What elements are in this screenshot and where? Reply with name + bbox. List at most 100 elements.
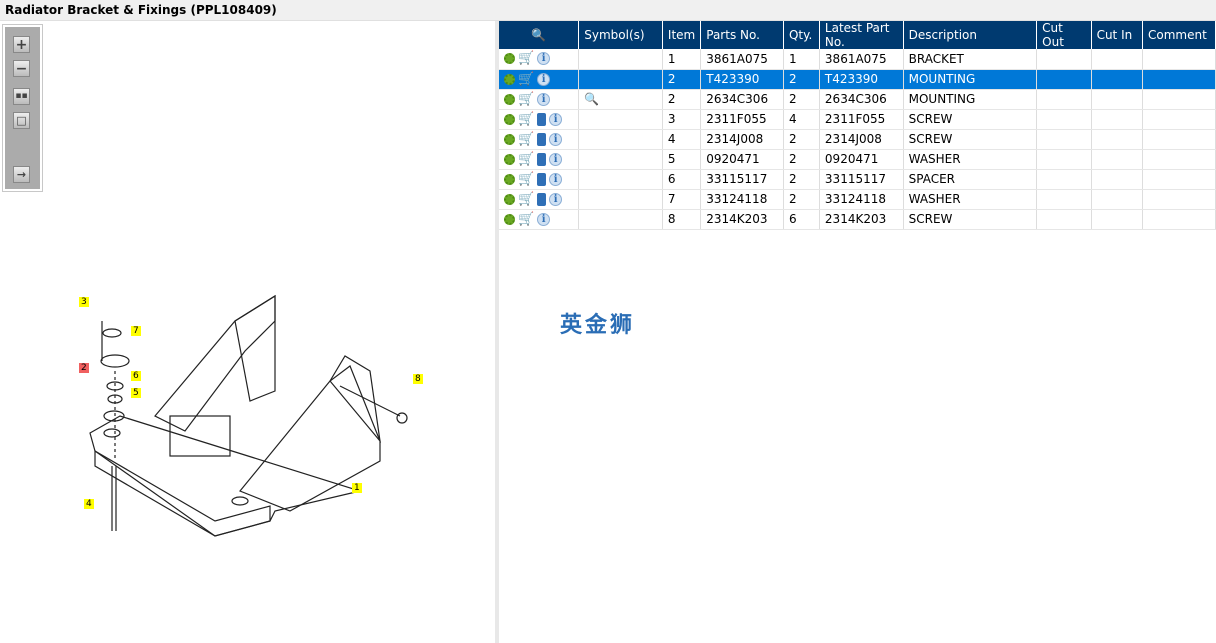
callout-8[interactable]: 8 <box>413 374 423 384</box>
item-cell: 8 <box>662 209 702 230</box>
table-row[interactable]: 🛒 i 1 3861A075 1 3861A075 BRACKET <box>499 49 1216 70</box>
table-row[interactable]: 🛒 i 🔍 2 2634C306 2 2634C306 MOUNTING <box>499 89 1216 110</box>
callout-1[interactable]: 1 <box>352 483 362 493</box>
cut-in-cell <box>1091 169 1144 190</box>
cart-icon[interactable]: 🛒 <box>518 92 534 107</box>
column-header[interactable]: Comment <box>1142 21 1216 49</box>
latest-part-cell: 3861A075 <box>819 49 904 70</box>
cart-icon[interactable]: 🛒 <box>518 172 534 187</box>
latest-part-cell: 0920471 <box>819 149 904 170</box>
gear-icon[interactable] <box>504 193 515 205</box>
table-row[interactable]: 🛒 i 4 2314J008 2 2314J008 SCREW <box>499 129 1216 150</box>
part-number-cell: 33115117 <box>700 169 784 190</box>
cart-icon[interactable]: 🛒 <box>518 152 534 167</box>
table-row[interactable]: 🛒 i 6 33115117 2 33115117 SPACER <box>499 169 1216 190</box>
cart-icon[interactable]: 🛒 <box>518 51 534 66</box>
gear-icon[interactable] <box>504 53 515 65</box>
cart-icon[interactable]: 🛒 <box>518 132 534 147</box>
callout-5[interactable]: 5 <box>131 388 141 398</box>
gear-icon[interactable] <box>504 173 515 185</box>
column-header[interactable]: Latest Part No. <box>819 21 904 49</box>
gear-icon[interactable] <box>504 93 515 105</box>
table-row[interactable]: 🛒 i 2 T423390 2 T423390 MOUNTING <box>499 69 1216 90</box>
callout-2[interactable]: 2 <box>79 363 89 373</box>
callout-4[interactable]: 4 <box>84 499 94 509</box>
cut-out-cell <box>1036 149 1092 170</box>
info-icon[interactable]: i <box>537 72 551 86</box>
part-number-cell: 2311F055 <box>700 109 784 130</box>
info-icon[interactable]: i <box>537 212 551 226</box>
info-icon[interactable]: i <box>537 52 551 66</box>
watermark: 英金狮 <box>560 313 636 338</box>
exploded-diagram <box>89 294 408 537</box>
find-column-header[interactable]: 🔍 <box>499 21 580 49</box>
qty-cell: 4 <box>783 109 820 130</box>
book-icon[interactable] <box>537 112 547 126</box>
column-header[interactable]: Cut Out <box>1036 21 1092 49</box>
comment-cell <box>1142 129 1216 150</box>
column-header[interactable]: Description <box>903 21 1038 49</box>
column-header[interactable]: Symbol(s) <box>578 21 663 49</box>
part-number-cell: 3861A075 <box>700 49 784 70</box>
book-icon[interactable] <box>537 152 547 166</box>
description-cell: MOUNTING <box>903 69 1038 90</box>
part-number-cell: 2314K203 <box>700 209 784 230</box>
comment-cell <box>1142 189 1216 210</box>
window-title: Radiator Bracket & Fixings (PPL108409) <box>0 0 1216 21</box>
table-row[interactable]: 🛒 i 5 0920471 2 0920471 WASHER <box>499 149 1216 170</box>
item-cell: 1 <box>662 49 702 70</box>
callout-6[interactable]: 6 <box>131 371 141 381</box>
gear-icon[interactable] <box>504 153 515 165</box>
cut-in-cell <box>1091 69 1144 90</box>
comment-cell <box>1142 69 1216 90</box>
cart-icon[interactable]: 🛒 <box>518 212 534 227</box>
book-icon[interactable] <box>537 172 547 186</box>
book-icon[interactable] <box>537 132 547 146</box>
cut-out-cell <box>1036 209 1092 230</box>
column-header[interactable]: Cut In <box>1091 21 1144 49</box>
column-header[interactable]: Qty. <box>783 21 820 49</box>
callout-7[interactable]: 7 <box>131 326 141 336</box>
cut-in-cell <box>1091 109 1144 130</box>
info-icon[interactable]: i <box>549 132 563 146</box>
cut-in-cell <box>1091 49 1144 70</box>
cut-out-cell <box>1036 109 1092 130</box>
cut-out-cell <box>1036 49 1092 70</box>
info-icon[interactable]: i <box>549 172 563 186</box>
info-icon[interactable]: i <box>549 112 563 126</box>
info-icon[interactable]: i <box>537 92 551 106</box>
cut-out-cell <box>1036 129 1092 150</box>
gear-icon[interactable] <box>504 73 515 85</box>
gear-icon[interactable] <box>504 133 515 145</box>
description-cell: SCREW <box>903 209 1038 230</box>
info-icon[interactable]: i <box>549 192 563 206</box>
table-row[interactable]: 🛒 i 3 2311F055 4 2311F055 SCREW <box>499 109 1216 130</box>
cut-out-cell <box>1036 169 1092 190</box>
comment-cell <box>1142 89 1216 110</box>
cut-in-cell <box>1091 129 1144 150</box>
parts-panel: 🔍 Symbol(s) Item Parts No. Qty. Latest P… <box>499 21 1216 643</box>
gear-icon[interactable] <box>504 113 515 125</box>
gear-icon[interactable] <box>504 213 515 225</box>
cart-icon[interactable]: 🛒 <box>518 192 534 207</box>
book-icon[interactable] <box>537 192 547 206</box>
cut-out-cell <box>1036 189 1092 210</box>
latest-part-cell: 2311F055 <box>819 109 904 130</box>
column-header[interactable]: Item <box>662 21 702 49</box>
cart-icon[interactable]: 🛒 <box>518 112 534 127</box>
column-header[interactable]: Parts No. <box>700 21 784 49</box>
symbol-magnifier-icon[interactable]: 🔍 <box>584 92 599 106</box>
qty-cell: 2 <box>783 129 820 150</box>
item-cell: 2 <box>662 69 702 90</box>
description-cell: BRACKET <box>903 49 1038 70</box>
comment-cell <box>1142 149 1216 170</box>
callout-3[interactable]: 3 <box>79 297 89 307</box>
table-row[interactable]: 🛒 i 8 2314K203 6 2314K203 SCREW <box>499 209 1216 230</box>
cart-icon[interactable]: 🛒 <box>518 72 534 87</box>
qty-cell: 2 <box>783 189 820 210</box>
cut-in-cell <box>1091 209 1144 230</box>
table-row[interactable]: 🛒 i 7 33124118 2 33124118 WASHER <box>499 189 1216 210</box>
part-number-cell: 2314J008 <box>700 129 784 150</box>
info-icon[interactable]: i <box>549 152 563 166</box>
qty-cell: 2 <box>783 169 820 190</box>
